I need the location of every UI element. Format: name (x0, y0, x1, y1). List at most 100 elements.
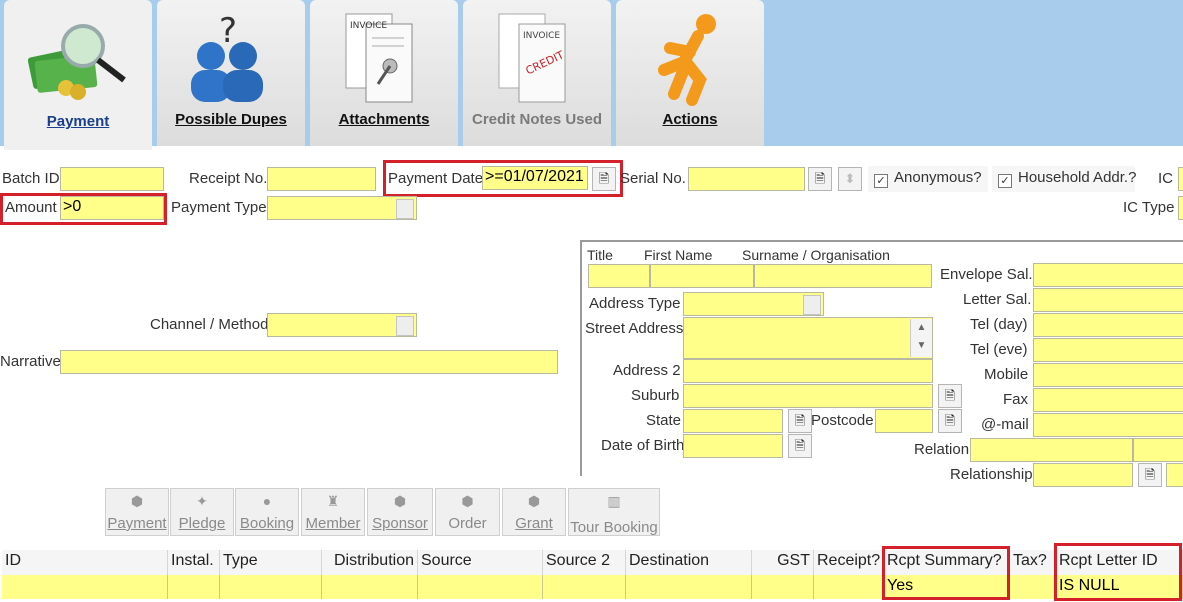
mobile-field[interactable] (1033, 363, 1183, 387)
relationship-extra-field[interactable] (1166, 463, 1183, 487)
booking-icon: ● (262, 493, 272, 509)
street-address-label: Street Address (585, 320, 684, 337)
letter-sal-label: Letter Sal. (963, 291, 1032, 308)
new-tour-booking-label: Tour Booking (570, 519, 658, 536)
email-field[interactable] (1033, 413, 1183, 437)
household-label: Household Addr.? (1018, 169, 1137, 186)
ic-label: IC (1158, 170, 1173, 187)
narrative-field[interactable] (60, 350, 558, 374)
col-header-id[interactable]: ID (2, 550, 168, 575)
street-address-field[interactable] (683, 317, 933, 359)
tour-booking-icon: ▥ (607, 493, 621, 509)
new-payment-label: Payment (107, 515, 167, 532)
suburb-field[interactable] (683, 384, 933, 408)
col-header-gst[interactable]: GST (752, 550, 814, 575)
surname-field[interactable] (754, 264, 932, 288)
relationship-field[interactable] (1033, 463, 1133, 487)
cell-receipt[interactable] (814, 575, 884, 599)
col-header-type[interactable]: Type (220, 550, 322, 575)
col-header-source2[interactable]: Source 2 (543, 550, 626, 575)
tab-credit-notes-label: Credit Notes Used (471, 111, 603, 128)
pledge-icon: ✦ (196, 493, 208, 509)
suburb-label: Suburb (631, 387, 680, 404)
street-scrollbar[interactable]: ▲ ▼ (910, 319, 932, 357)
anonymous-label: Anonymous? (894, 169, 982, 186)
lookup-icon: 🗎 (814, 171, 826, 186)
envelope-sal-field[interactable] (1033, 263, 1183, 287)
email-label: @-mail (981, 416, 1029, 433)
col-header-receipt[interactable]: Receipt? (814, 550, 884, 575)
suburb-lookup-button[interactable]: 🗎 (938, 384, 962, 408)
address2-field[interactable] (683, 359, 933, 383)
tel-day-field[interactable] (1033, 313, 1183, 337)
letter-sal-field[interactable] (1033, 288, 1183, 312)
tel-day-label: Tel (day) (970, 316, 1028, 333)
relation-field[interactable] (970, 438, 1133, 462)
receipt-no-field[interactable] (267, 167, 376, 191)
relationship-lookup-button[interactable]: 🗎 (1138, 463, 1162, 487)
col-header-destination[interactable]: Destination (626, 550, 752, 575)
relation-extra-field[interactable] (1133, 438, 1183, 462)
tab-possible-dupes-label: Possible Dupes (175, 111, 287, 128)
serial-no-field[interactable] (688, 167, 805, 191)
cell-source[interactable] (418, 575, 543, 599)
chevron-down-icon: ▼ (916, 340, 927, 351)
first-name-field[interactable] (650, 264, 754, 288)
new-member-button[interactable]: ♜ Member (301, 488, 365, 536)
cell-id[interactable] (2, 575, 168, 599)
new-payment-button[interactable]: ⬢ Payment (105, 488, 169, 536)
payment-type-label: Payment Type (171, 199, 267, 216)
new-grant-button[interactable]: ⬢ Grant (502, 488, 566, 536)
new-tour-booking-button[interactable]: ▥ Tour Booking (568, 488, 660, 536)
address2-label: Address 2 (613, 362, 681, 379)
payment-type-select[interactable] (267, 196, 417, 220)
col-header-source[interactable]: Source (418, 550, 543, 575)
svg-text:INVOICE: INVOICE (523, 31, 560, 41)
envelope-sal-label: Envelope Sal. (940, 266, 1033, 283)
address-type-select[interactable] (683, 292, 824, 316)
cell-instal[interactable] (168, 575, 220, 599)
new-booking-button[interactable]: ● Booking (235, 488, 299, 536)
amount-highlight (0, 193, 167, 225)
cell-type[interactable] (220, 575, 322, 599)
anonymous-checkbox[interactable]: ✓ Anonymous? (868, 166, 988, 192)
tab-attachments[interactable]: INVOICE Attachments (310, 0, 458, 146)
cell-destination[interactable] (626, 575, 752, 599)
state-lookup-button[interactable]: 🗎 (788, 409, 812, 433)
checkbox-box-icon: ✓ (998, 174, 1012, 188)
new-sponsor-button[interactable]: ⬢ Sponsor (367, 488, 433, 536)
tab-attachments-label: Attachments (338, 111, 430, 128)
payment-date-highlight (383, 160, 623, 197)
tel-eve-field[interactable] (1033, 338, 1183, 362)
tab-payment[interactable]: Payment (4, 0, 152, 150)
tab-possible-dupes[interactable]: ? Possible Dupes (157, 0, 305, 146)
dob-calendar-button[interactable]: 🗎 (788, 434, 812, 458)
col-header-instal[interactable]: Instal. (168, 550, 220, 575)
new-booking-label: Booking (239, 515, 295, 532)
channel-method-select[interactable] (267, 313, 417, 337)
fax-field[interactable] (1033, 388, 1183, 412)
postcode-lookup-button[interactable]: 🗎 (938, 409, 962, 433)
tab-actions[interactable]: Actions (616, 0, 764, 146)
serial-secondary-button[interactable]: ⬍ (838, 167, 862, 191)
col-header-tax[interactable]: Tax? (1010, 550, 1056, 575)
cell-gst[interactable] (752, 575, 814, 599)
cell-tax[interactable] (1010, 575, 1056, 599)
dob-field[interactable] (683, 434, 783, 458)
title-field[interactable] (588, 264, 650, 288)
household-address-checkbox[interactable]: ✓ Household Addr.? (992, 166, 1137, 192)
state-field[interactable] (683, 409, 783, 433)
col-header-distribution[interactable]: Distribution (322, 550, 418, 575)
postcode-field[interactable] (875, 409, 933, 433)
new-pledge-button[interactable]: ✦ Pledge (170, 488, 234, 536)
tab-credit-notes-used[interactable]: INVOICE CREDIT Credit Notes Used (463, 0, 611, 146)
serial-lookup-button[interactable]: 🗎 (808, 167, 832, 191)
address-type-label: Address Type (589, 295, 681, 312)
cell-source2[interactable] (543, 575, 626, 599)
cell-distribution[interactable] (322, 575, 418, 599)
ic-type-field[interactable] (1178, 196, 1183, 220)
batch-id-field[interactable] (60, 167, 164, 191)
relation-label: Relation (914, 441, 970, 458)
ic-field[interactable] (1178, 167, 1183, 191)
new-order-button[interactable]: ⬢ Order (435, 488, 500, 536)
